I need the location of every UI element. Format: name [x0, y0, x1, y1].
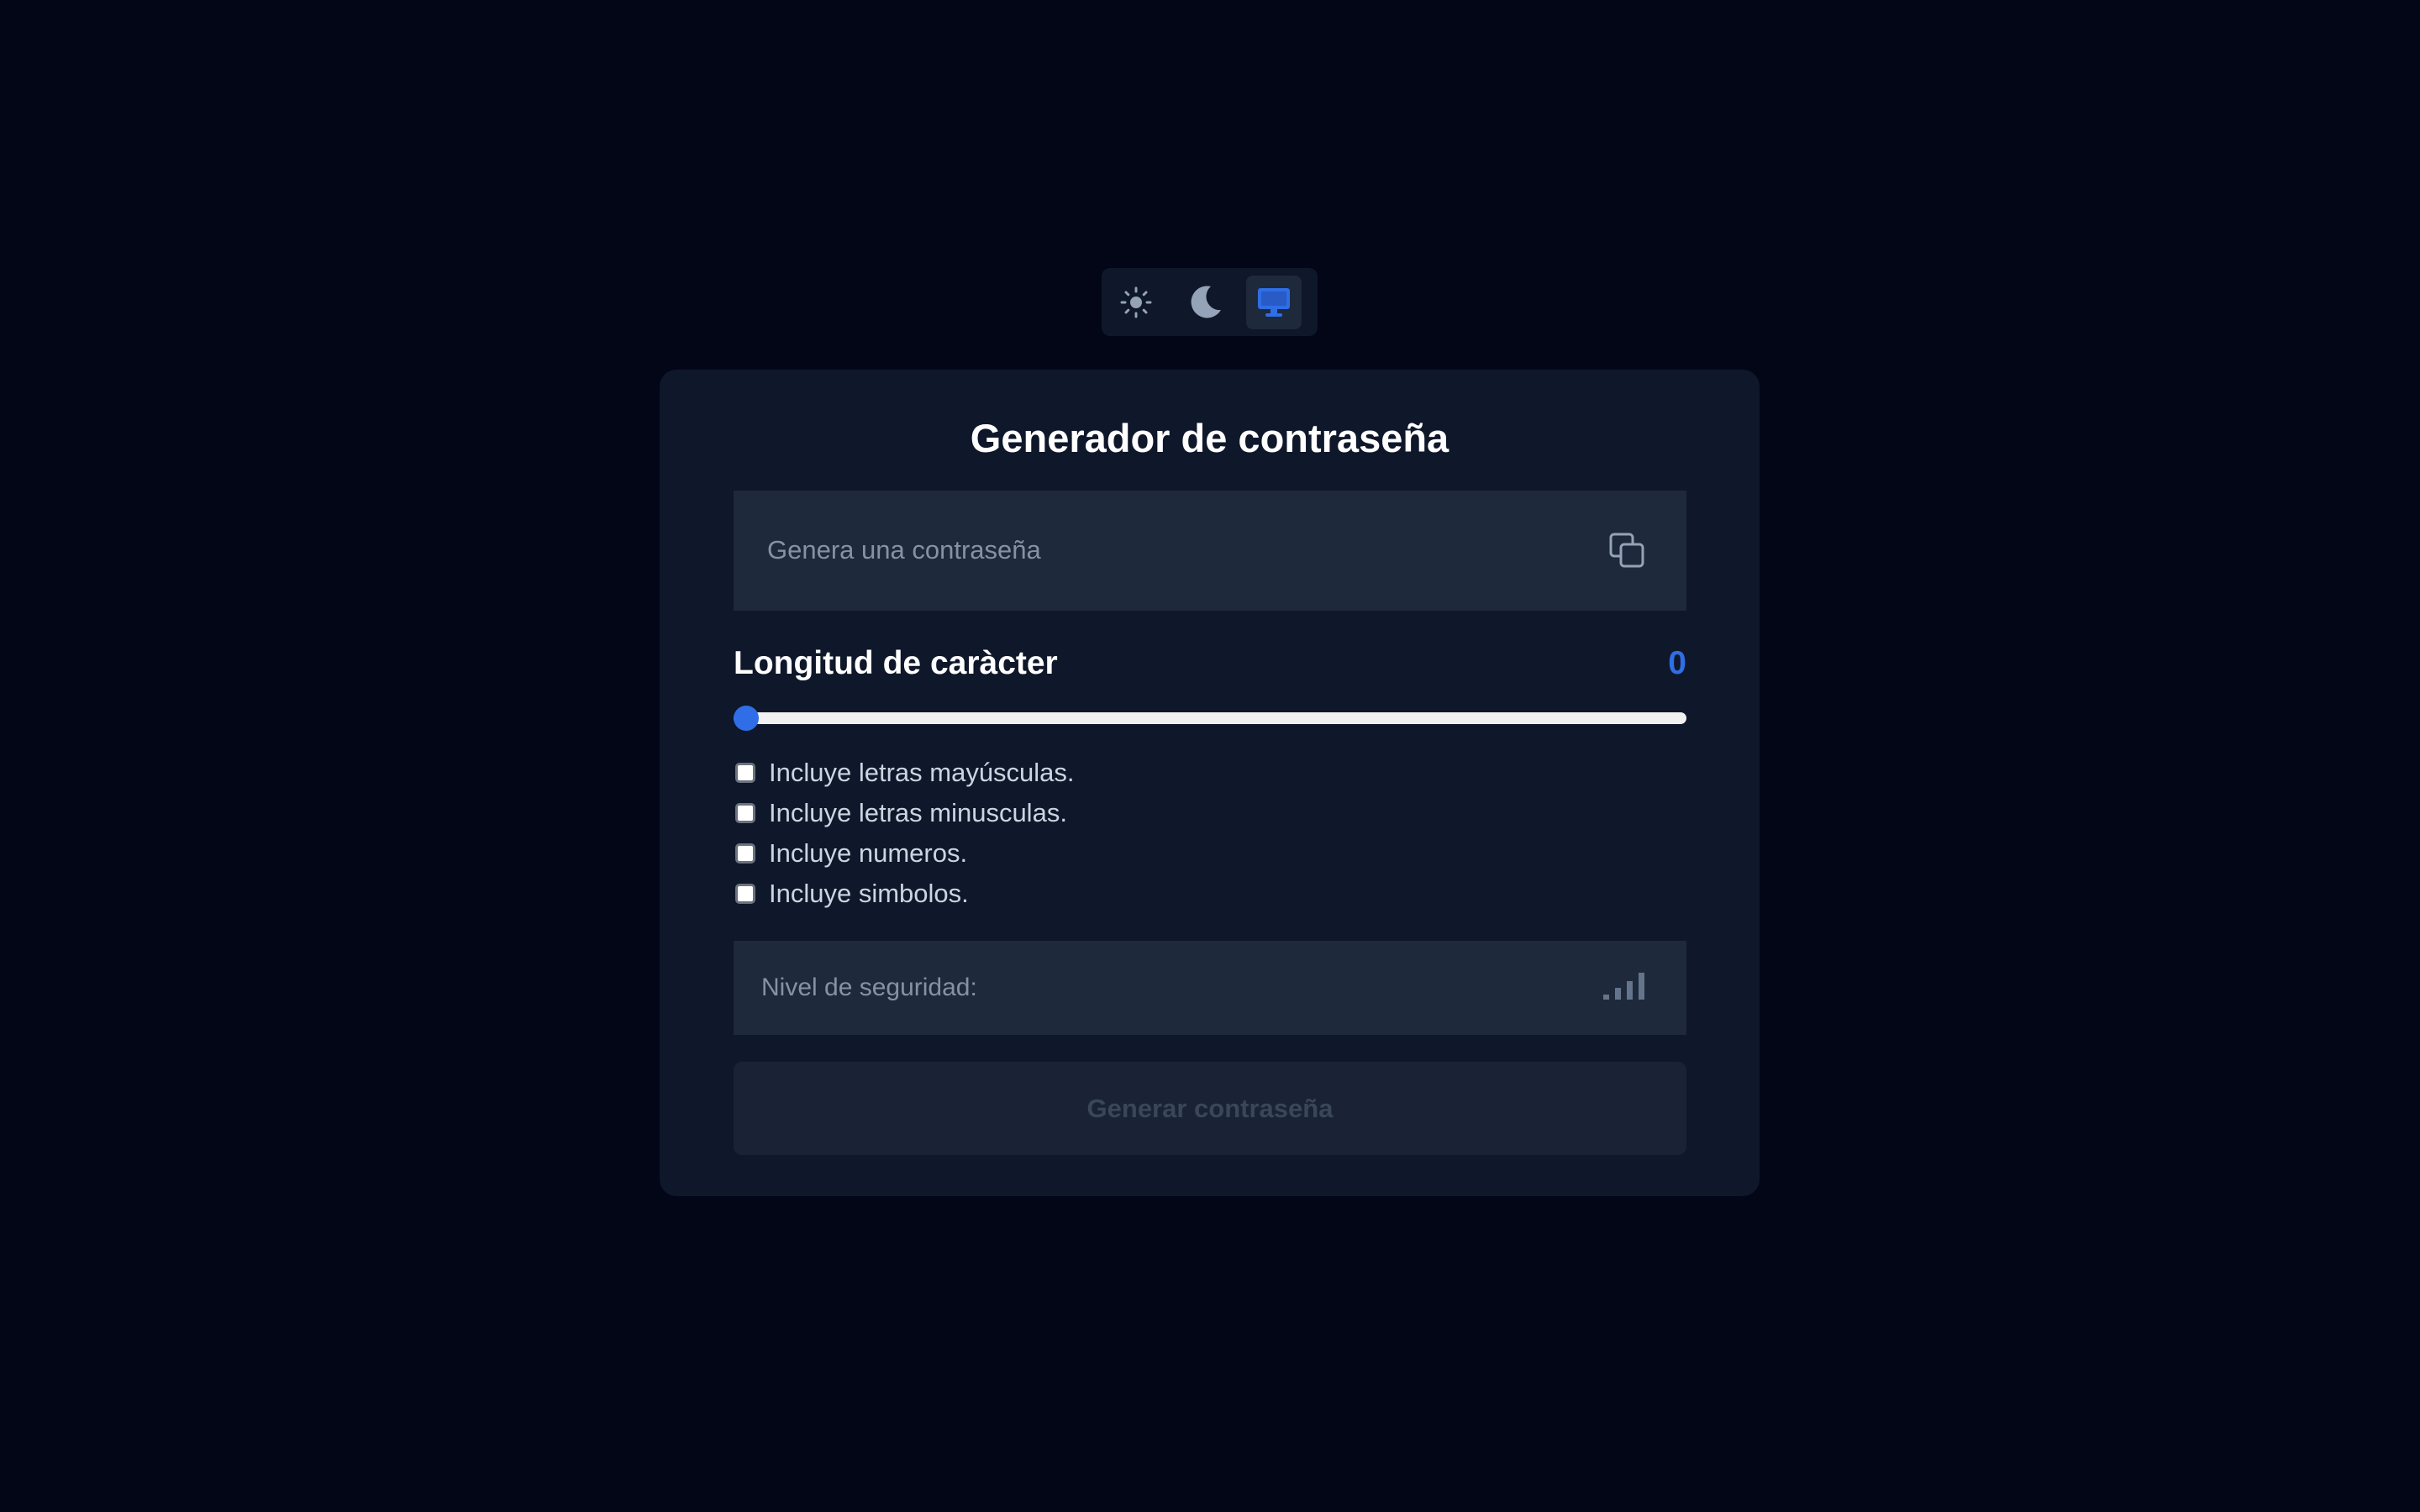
option-label: Incluye numeros.: [769, 838, 968, 868]
theme-switcher: [1102, 268, 1318, 336]
option-label: Incluye simbolos.: [769, 879, 969, 908]
sun-icon: [1120, 286, 1152, 318]
option-label: Incluye letras mayúsculas.: [769, 758, 1075, 787]
option-label: Incluye letras minusculas.: [769, 798, 1067, 827]
light-theme-button[interactable]: [1108, 276, 1164, 329]
numbers-checkbox[interactable]: [735, 843, 755, 864]
dark-theme-button[interactable]: [1177, 276, 1233, 329]
security-level-label: Nivel de seguridad:: [761, 974, 977, 1001]
monitor-icon: [1258, 287, 1290, 317]
uppercase-checkbox[interactable]: [735, 763, 755, 783]
password-placeholder: Genera una contraseña: [767, 535, 1041, 564]
system-theme-button[interactable]: [1246, 275, 1302, 329]
option-lowercase[interactable]: Incluye letras minusculas.: [734, 793, 1406, 833]
option-symbols[interactable]: Incluye simbolos.: [734, 874, 1406, 914]
length-value: 0: [1668, 645, 1686, 681]
length-slider-track[interactable]: [734, 712, 1686, 724]
password-generator-card: Generador de contraseña Genera una contr…: [660, 370, 1760, 1196]
signal-bars-icon: [1603, 973, 1644, 1000]
option-uppercase[interactable]: Incluye letras mayúsculas.: [734, 753, 1406, 793]
generate-password-button[interactable]: Generar contraseña: [734, 1062, 1686, 1155]
length-row: Longitud de caràcter 0: [734, 640, 1686, 687]
symbols-checkbox[interactable]: [735, 884, 755, 904]
password-output-field[interactable]: Genera una contraseña: [734, 491, 1686, 611]
security-level-box: Nivel de seguridad:: [734, 941, 1686, 1035]
moon-icon: [1191, 285, 1221, 318]
length-label: Longitud de caràcter: [734, 645, 1058, 681]
option-numbers[interactable]: Incluye numeros.: [734, 833, 1406, 874]
length-slider-thumb[interactable]: [734, 706, 759, 731]
lowercase-checkbox[interactable]: [735, 803, 755, 823]
options-list: Incluye letras mayúsculas. Incluye letra…: [734, 753, 1406, 914]
page-title: Generador de contraseña: [970, 416, 1449, 460]
copy-icon[interactable]: [1606, 529, 1648, 571]
